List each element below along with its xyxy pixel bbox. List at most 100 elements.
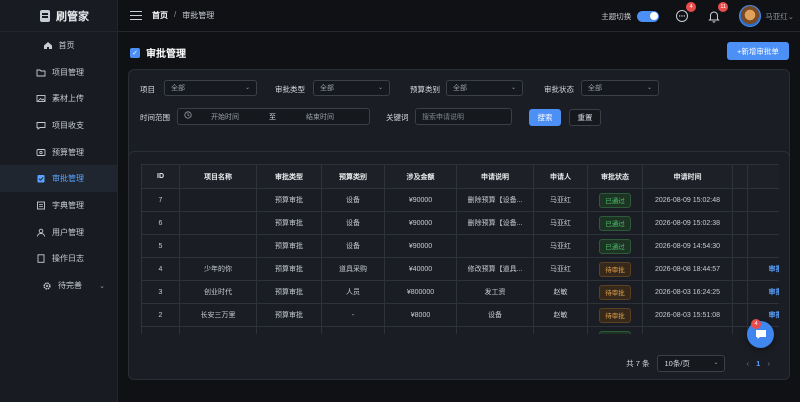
next-page-icon[interactable]: › — [767, 359, 770, 368]
type-select[interactable]: 全部 ⌄ — [313, 80, 390, 96]
sidebar-item-projects[interactable]: 项目管理 — [0, 59, 117, 86]
add-approval-button[interactable]: +新增审批单 — [727, 42, 789, 60]
page-size-select[interactable]: 10条/页 ⌄ — [657, 354, 726, 372]
cell-desc: 1111111111111... — [456, 326, 534, 334]
table-row: 4 少年的你 预算审批 道具采购 ¥40000 修改预算【道具... 马亚红 待审批 2026-… — [141, 257, 780, 281]
sidebar-item-dictionary[interactable]: 字典管理 — [0, 192, 117, 219]
cell-status: 已通过 — [587, 234, 643, 258]
cell-project: 长安三万里 — [179, 303, 257, 327]
message-icon — [36, 121, 46, 130]
cell-id: 2 — [141, 303, 180, 327]
sidebar-item-label: 首页 — [58, 40, 75, 50]
cell-id: 7 — [141, 188, 180, 212]
project-filter-label: 项目 — [140, 85, 155, 94]
status-select[interactable]: 全部 ⌄ — [581, 80, 659, 96]
cell-category: 设备 — [321, 211, 385, 235]
chat-bubble-icon — [755, 330, 766, 339]
sidebar-item-finance[interactable]: 项目收支 — [0, 112, 117, 139]
sidebar-item-label: 字典管理 — [52, 200, 84, 210]
cell-amount: ¥50000 — [384, 326, 457, 334]
date-range-picker[interactable]: 开始时间 至 结束时间 — [177, 108, 370, 125]
page-size-value: 10条/页 — [664, 358, 690, 368]
breadcrumb-current: 审批管理 — [182, 11, 215, 20]
cell-amount: ¥90000 — [384, 188, 457, 212]
cell-status: 待审批 — [587, 257, 643, 281]
approve-link[interactable]: 审批 — [769, 266, 780, 273]
message-badge: 4 — [686, 2, 697, 12]
cell-amount: ¥90000 — [384, 211, 457, 235]
page-title-text: 审批管理 — [146, 49, 186, 60]
table-row: 6 预算审批 设备 ¥90000 删除预算【设备... 马亚红 已通过 2026-08-09 … — [141, 211, 779, 235]
column-header: 申请时间 — [642, 164, 733, 189]
message-button[interactable]: 4 — [675, 2, 697, 23]
cell-time: 2026-08-09 14:54:30 — [642, 234, 733, 258]
logo-icon — [40, 9, 50, 22]
cell-amount: ¥90000 — [384, 234, 457, 258]
start-date-input[interactable]: 开始时间 — [211, 112, 239, 122]
status-badge: 已通过 — [599, 330, 631, 334]
approval-icon — [36, 174, 46, 183]
approve-link[interactable]: 审批 — [769, 289, 780, 296]
sidebar-item-home[interactable]: 首页 — [0, 32, 117, 59]
range-separator: 至 — [269, 114, 276, 121]
column-header: 申请人 — [533, 164, 588, 189]
cell-amount: ¥40000 — [384, 257, 457, 281]
search-button[interactable]: 搜索 — [529, 109, 561, 126]
cell-applicant: 马亚红 — [533, 188, 588, 212]
cell-id: 1 — [141, 326, 180, 334]
cell-actions: 详情 — [747, 211, 779, 235]
cell-applicant: 马亚红 — [533, 326, 588, 334]
cell-desc: 删除预算【设备... — [456, 211, 534, 235]
sidebar-item-label: 待完善 — [58, 281, 82, 291]
notification-button[interactable]: 11 — [707, 2, 729, 23]
table-row: 5 预算审批设备¥90000 马亚红已通过 2026-08-09 14:54:30 详情 — [141, 234, 779, 258]
status-badge: 待审批 — [599, 307, 631, 323]
cell-extra — [732, 257, 748, 281]
project-select[interactable]: 全部 ⌄ — [164, 80, 257, 96]
sidebar-item-users[interactable]: 用户管理 — [0, 219, 117, 246]
sidebar: 刷管家 首页 项目管理 素材上传 项目收支 预算管理 审批管理 字典管理 用户管… — [0, 0, 118, 402]
cell-desc: 发工资 — [456, 280, 534, 304]
theme-toggle[interactable] — [637, 10, 660, 22]
cell-project: 少年的你 — [179, 257, 257, 281]
budget-select[interactable]: 全部 ⌄ — [446, 80, 523, 96]
breadcrumb-home[interactable]: 首页 — [152, 10, 168, 21]
username-dropdown[interactable]: 马亚红⌄ — [765, 11, 794, 22]
cell-category: - — [321, 303, 385, 327]
sidebar-item-upload[interactable]: 素材上传 — [0, 85, 117, 112]
approve-link[interactable]: 审批 — [769, 312, 780, 319]
sidebar-item-approval[interactable]: 审批管理 — [0, 165, 117, 193]
keyword-input[interactable]: 搜索申请说明 — [415, 108, 512, 125]
floating-chat-button[interactable]: 4 — [747, 319, 774, 348]
column-header: 预算类别 — [321, 164, 385, 189]
cell-time: 2026-08-09 15:02:48 — [642, 188, 733, 212]
status-badge: 已通过 — [599, 192, 631, 208]
prev-page-icon[interactable]: ‹ — [746, 359, 749, 368]
status-filter-label: 审批状态 — [544, 85, 574, 94]
menu-toggle-icon[interactable] — [130, 11, 142, 20]
cell-id: 4 — [141, 257, 180, 281]
sidebar-item-budget[interactable]: 预算管理 — [0, 139, 117, 166]
chevron-down-icon: ⌄ — [99, 282, 105, 290]
column-header: 操作 — [747, 164, 779, 189]
sidebar-item-logs[interactable]: 操作日志 — [0, 246, 117, 273]
chat-icon — [676, 10, 689, 22]
column-header — [732, 164, 748, 189]
sidebar-item-pending[interactable]: 待完善 ⌄ — [0, 272, 117, 299]
gear-icon — [42, 281, 52, 290]
folder-icon — [36, 68, 46, 77]
type-filter-label: 审批类型 — [275, 85, 305, 94]
cell-project — [179, 188, 257, 212]
breadcrumb-separator: / — [174, 10, 177, 19]
sidebar-item-label: 项目管理 — [52, 67, 84, 77]
table-scroll-area[interactable]: ID 项目名称 审批类型 预算类别 涉及金额 申请说明 申请人 审批状态 申请时… — [141, 164, 779, 334]
end-date-input[interactable]: 结束时间 — [306, 112, 334, 122]
app-logo[interactable]: 刷管家 — [0, 0, 117, 32]
project-select-value: 全部 — [171, 85, 185, 92]
avatar[interactable] — [739, 5, 762, 27]
cell-actions: 详情 — [747, 188, 779, 212]
reset-button[interactable]: 重置 — [569, 109, 601, 126]
book-icon — [36, 201, 46, 210]
page-number-current[interactable]: 1 — [756, 359, 760, 368]
time-range-label: 时间范围 — [140, 113, 170, 122]
